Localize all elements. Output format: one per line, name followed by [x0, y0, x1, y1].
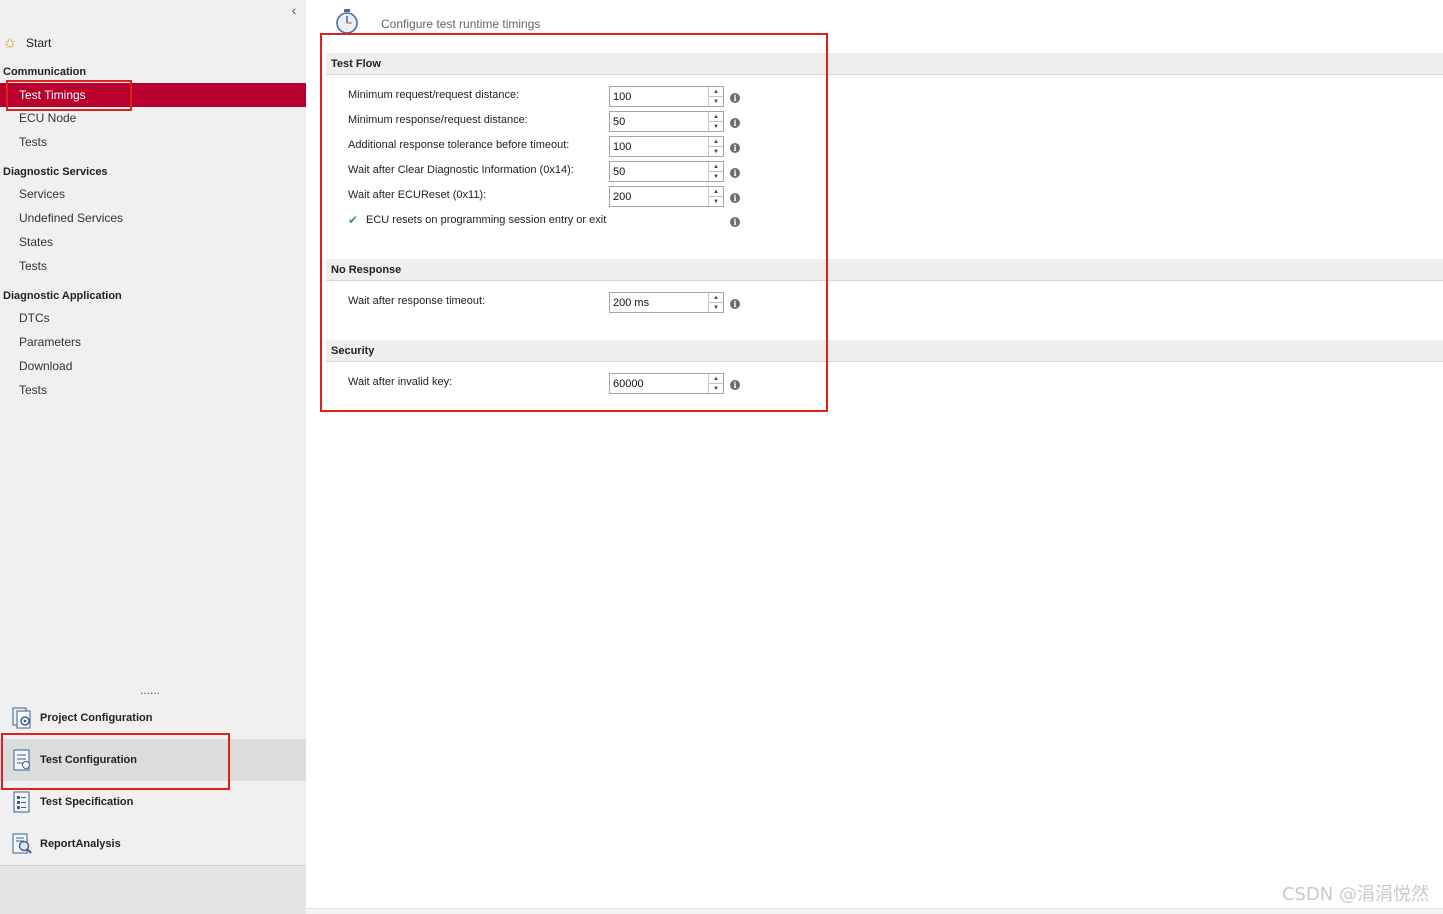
label-min-request-request: Minimum request/request distance: [348, 89, 520, 101]
info-icon[interactable]: i [730, 143, 740, 153]
label-wait-after-response-timeout: Wait after response timeout: [348, 295, 486, 307]
test-spec-icon [13, 791, 30, 813]
nav-start-label: Start [26, 36, 52, 50]
checkmark-icon[interactable]: ✔ [348, 213, 362, 227]
ecu-reset-checkbox-row[interactable]: ✔ ECU resets on programming session entr… [348, 213, 606, 227]
sidebar-item-test-timings[interactable]: Test Timings [0, 83, 306, 107]
sidebar-item-tests[interactable]: Tests [0, 131, 306, 153]
wait-after-response-timeout-stepper[interactable]: ▲▼ [609, 292, 724, 313]
group-diagnostic-application: Diagnostic Application [3, 290, 122, 302]
project-config-icon [12, 707, 31, 729]
stepper-up-icon[interactable]: ▲ [709, 374, 723, 384]
nav-test-configuration[interactable]: Test Configuration [0, 739, 306, 781]
sidebar-item-download[interactable]: Download [0, 355, 306, 377]
sidebar-item-tests[interactable]: Tests [0, 255, 306, 277]
stepper-up-icon[interactable]: ▲ [709, 112, 723, 122]
label-min-response-request: Minimum response/request distance: [348, 114, 528, 126]
nav-test-specification-label: Test Specification [40, 796, 134, 808]
min-response-request-input[interactable] [610, 112, 708, 131]
group-communication: Communication [3, 66, 87, 78]
info-icon[interactable]: i [730, 380, 740, 390]
stepper-up-icon[interactable]: ▲ [709, 187, 723, 197]
stepper-up-icon[interactable]: ▲ [709, 137, 723, 147]
report-analysis-icon [12, 833, 32, 854]
wait-after-ecureset-stepper[interactable]: ▲▼ [609, 186, 724, 207]
splitter-grip[interactable]: ...... [140, 683, 160, 697]
wait-after-response-timeout-input[interactable] [610, 293, 708, 312]
wait-after-ecureset-input[interactable] [610, 187, 708, 206]
bottom-border [306, 908, 1443, 914]
test-config-icon [13, 749, 30, 771]
info-icon[interactable]: i [730, 118, 740, 128]
sidebar: ‹ ✩ Start Communication Test Timings ECU… [0, 0, 306, 914]
info-icon[interactable]: i [730, 299, 740, 309]
watermark: CSDN @涓涓悦然 [1281, 884, 1429, 905]
sidebar-item-ecu-node[interactable]: ECU Node [0, 107, 306, 129]
stepper-down-icon[interactable]: ▼ [709, 172, 723, 181]
nav-project-configuration[interactable]: Project Configuration [0, 697, 306, 739]
wait-after-clear-dtc-input[interactable] [610, 162, 708, 181]
nav-report-analysis[interactable]: ReportAnalysis [0, 823, 306, 865]
info-icon[interactable]: i [730, 93, 740, 103]
main-panel: Configure test runtime timings Test Flow… [306, 0, 1443, 914]
label-additional-tolerance: Additional response tolerance before tim… [348, 139, 570, 151]
label-wait-after-ecureset: Wait after ECUReset (0x11): [348, 189, 487, 201]
label-wait-after-invalid-key: Wait after invalid key: [348, 376, 453, 388]
nav-test-configuration-label: Test Configuration [40, 754, 137, 766]
nav-report-analysis-label: ReportAnalysis [40, 838, 121, 850]
info-icon[interactable]: i [730, 168, 740, 178]
sidebar-item-parameters[interactable]: Parameters [0, 331, 306, 353]
stopwatch-icon [336, 9, 358, 34]
min-response-request-stepper[interactable]: ▲▼ [609, 111, 724, 132]
ecu-reset-checkbox-label: ECU resets on programming session entry … [366, 214, 607, 226]
nav-start[interactable]: ✩ Start [4, 34, 51, 52]
wait-after-invalid-key-stepper[interactable]: ▲▼ [609, 373, 724, 394]
collapse-sidebar-icon[interactable]: ‹ [287, 2, 301, 18]
stepper-down-icon[interactable]: ▼ [709, 147, 723, 156]
stepper-up-icon[interactable]: ▲ [709, 87, 723, 97]
sidebar-item-dtcs[interactable]: DTCs [0, 307, 306, 329]
star-icon: ✩ [4, 34, 16, 51]
stepper-down-icon[interactable]: ▼ [709, 384, 723, 393]
section-test-flow: Test Flow [326, 53, 1443, 75]
info-icon[interactable]: i [730, 217, 740, 227]
sidebar-footer [0, 865, 306, 914]
info-icon[interactable]: i [730, 193, 740, 203]
additional-tolerance-input[interactable] [610, 137, 708, 156]
section-security: Security [326, 340, 1443, 362]
additional-tolerance-stepper[interactable]: ▲▼ [609, 136, 724, 157]
min-request-request-input[interactable] [610, 87, 708, 106]
nav-project-configuration-label: Project Configuration [40, 712, 153, 724]
stepper-down-icon[interactable]: ▼ [709, 97, 723, 106]
stepper-up-icon[interactable]: ▲ [709, 293, 723, 303]
sidebar-item-undefined-services[interactable]: Undefined Services [0, 207, 306, 229]
sidebar-item-tests[interactable]: Tests [0, 379, 306, 401]
stepper-down-icon[interactable]: ▼ [709, 197, 723, 206]
section-no-response: No Response [326, 259, 1443, 281]
stepper-down-icon[interactable]: ▼ [709, 122, 723, 131]
stepper-up-icon[interactable]: ▲ [709, 162, 723, 172]
nav-test-specification[interactable]: Test Specification [0, 781, 306, 823]
sidebar-item-states[interactable]: States [0, 231, 306, 253]
sidebar-item-services[interactable]: Services [0, 183, 306, 205]
group-diagnostic-services: Diagnostic Services [3, 166, 108, 178]
stepper-down-icon[interactable]: ▼ [709, 303, 723, 312]
wait-after-clear-dtc-stepper[interactable]: ▲▼ [609, 161, 724, 182]
page-title: Configure test runtime timings [381, 17, 541, 31]
wait-after-invalid-key-input[interactable] [610, 374, 708, 393]
min-request-request-stepper[interactable]: ▲▼ [609, 86, 724, 107]
label-wait-after-clear-dtc: Wait after Clear Diagnostic Information … [348, 164, 574, 176]
